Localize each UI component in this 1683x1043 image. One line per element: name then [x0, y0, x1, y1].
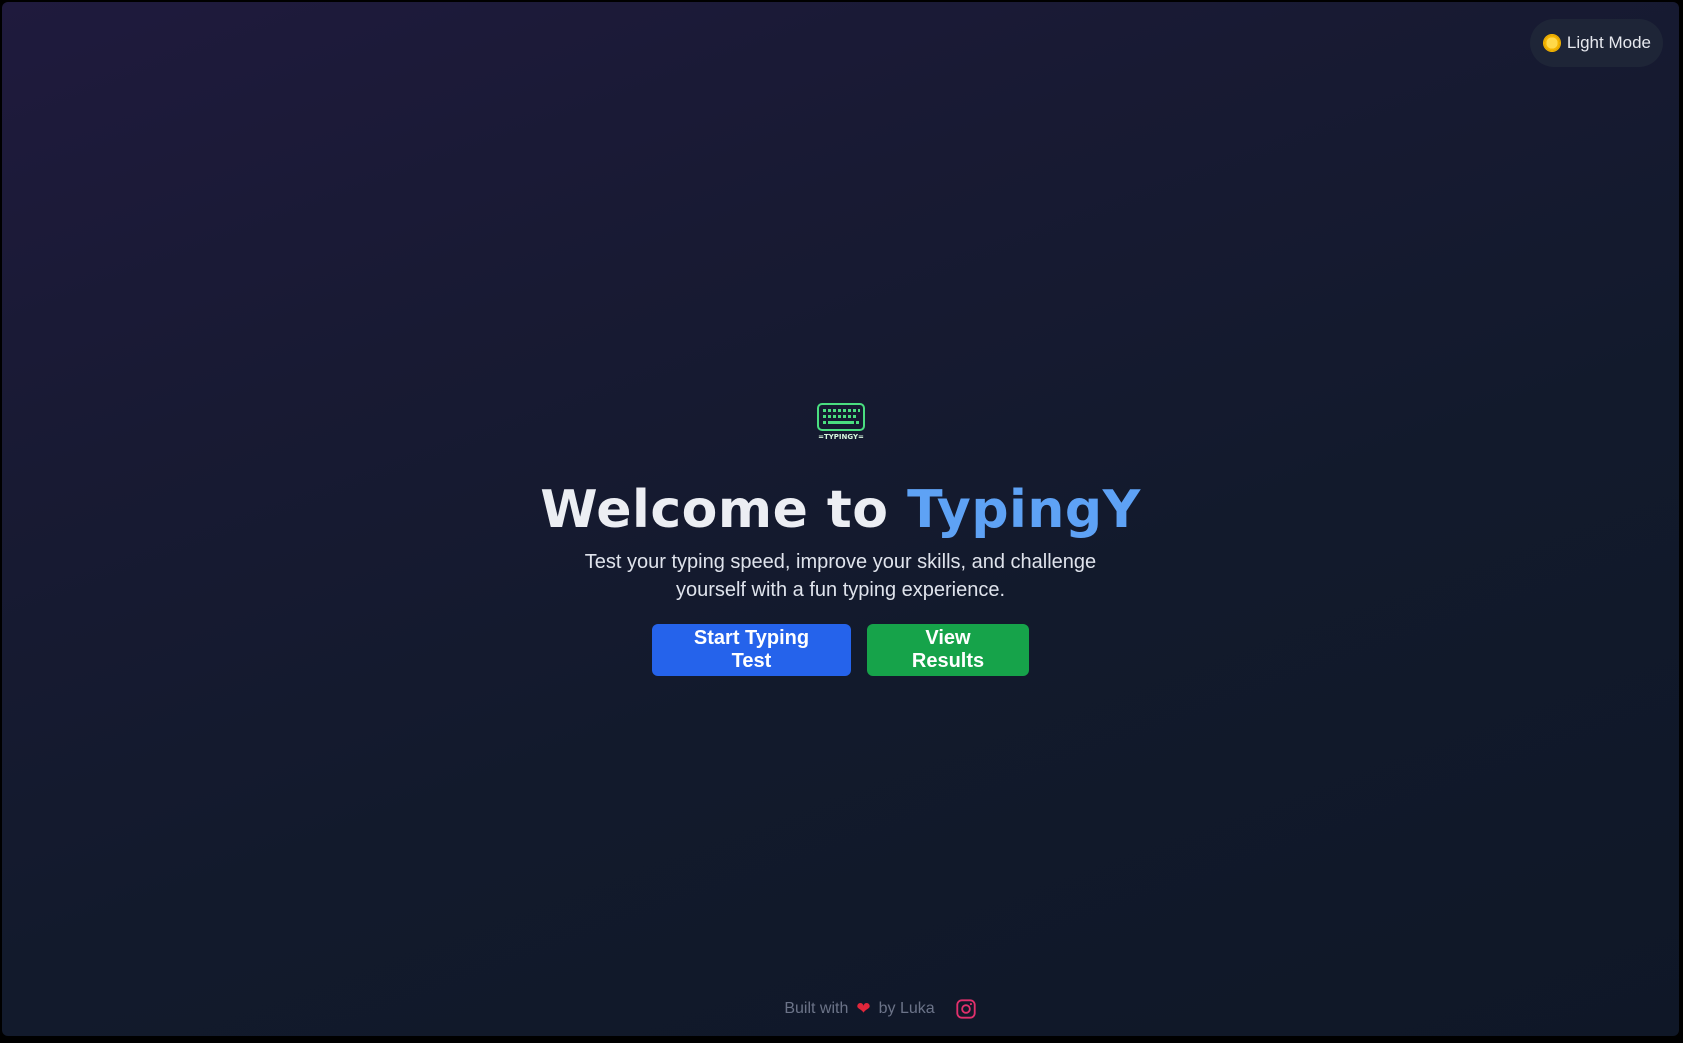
hero-section: =TYPINGY= Welcome to TypingY Test your t…	[2, 402, 1679, 676]
theme-toggle-button[interactable]: Light Mode	[1529, 19, 1663, 67]
page-subtitle: Test your typing speed, improve your ski…	[584, 551, 1097, 601]
app-window: Light Mode =TYPINGY= Welcome to TypingY …	[2, 2, 1679, 1036]
footer-built-with: Built with	[784, 1000, 849, 1017]
instagram-icon[interactable]	[955, 998, 977, 1020]
sun-icon	[1543, 35, 1560, 51]
page-title: Welcome to TypingY	[540, 484, 1141, 536]
theme-toggle-label: Light Mode	[1566, 33, 1651, 52]
view-results-button[interactable]: View Results	[867, 624, 1029, 676]
title-prefix: Welcome to	[540, 480, 908, 540]
keyboard-logo-icon: =TYPINGY=	[816, 403, 865, 441]
logo-text: =TYPINGY=	[818, 433, 864, 441]
action-buttons: Start Typing Test View Results	[652, 624, 1029, 676]
footer: Built with ❤ by Luka	[82, 998, 1679, 1020]
start-typing-test-button[interactable]: Start Typing Test	[652, 624, 851, 676]
footer-author: by Luka	[878, 1000, 935, 1017]
heart-icon: ❤	[856, 999, 871, 1018]
title-brand: TypingY	[907, 480, 1141, 540]
